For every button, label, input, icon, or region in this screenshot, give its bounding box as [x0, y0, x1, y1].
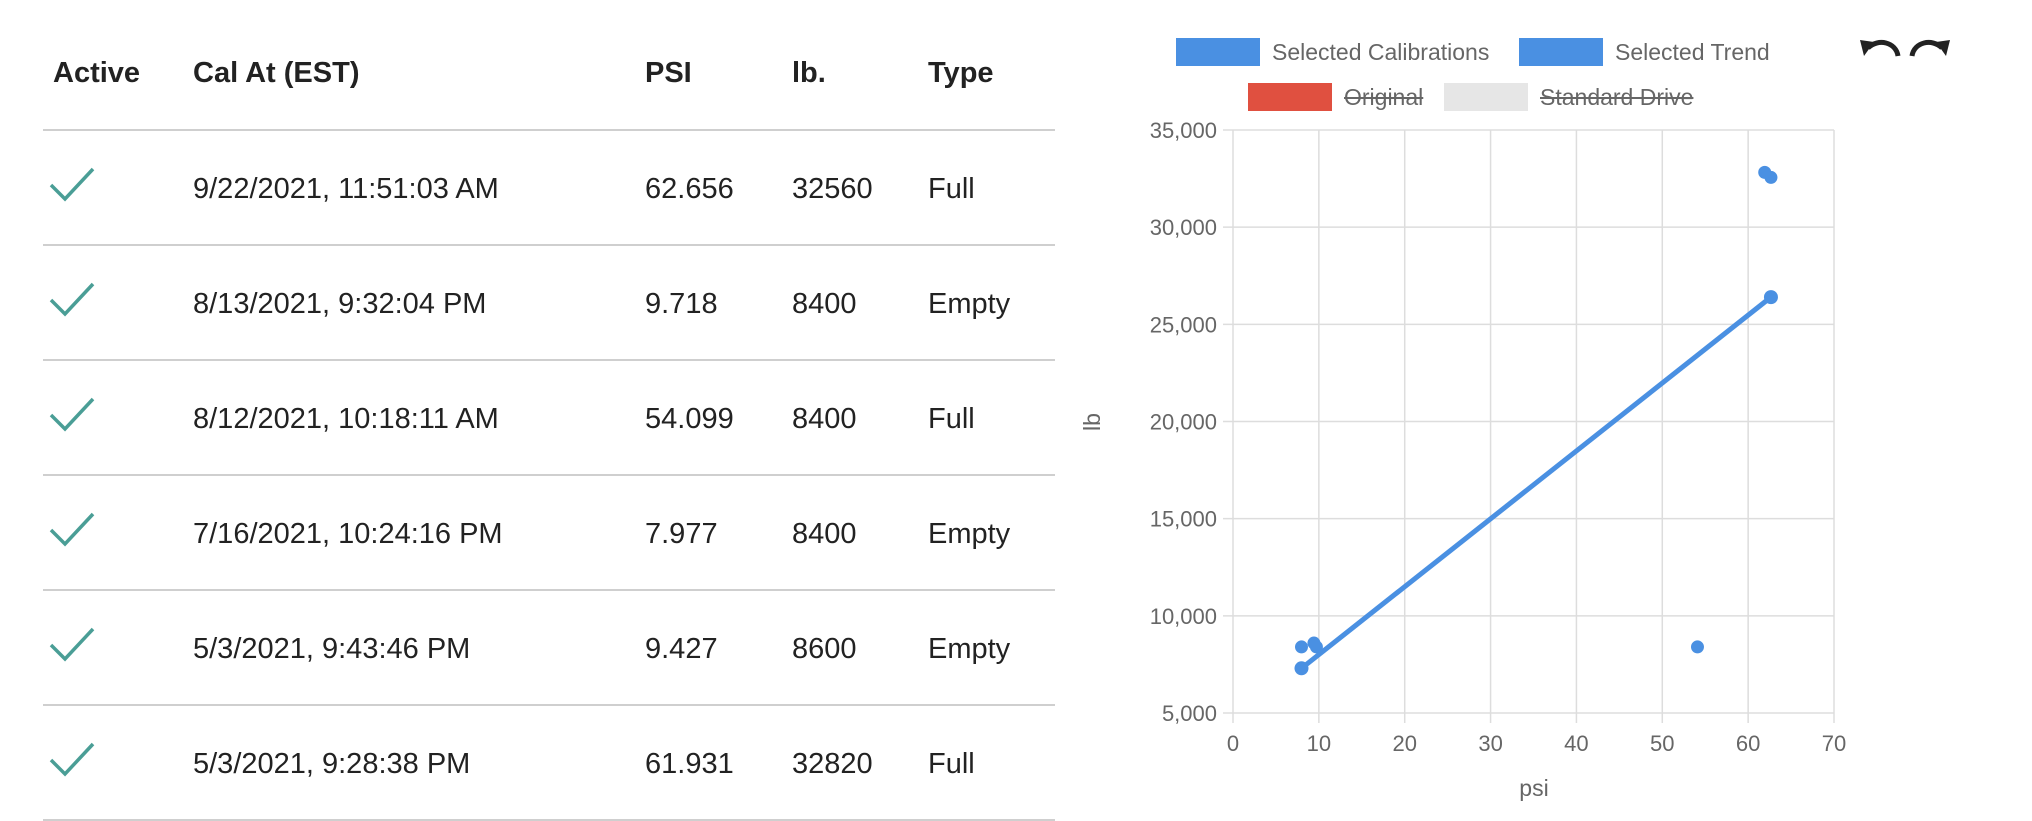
header-lb[interactable]: lb. — [792, 57, 826, 90]
cal-at-cell: 8/13/2021, 9:32:04 PM — [193, 288, 487, 320]
table-row[interactable]: 9/22/2021, 11:51:03 AM 62.656 32560 Full — [43, 131, 1055, 246]
check-icon[interactable] — [48, 740, 96, 780]
y-tick-label: 35,000 — [1150, 118, 1217, 143]
y-tick-label: 20,000 — [1150, 410, 1217, 435]
y-axis-label: lb — [1079, 413, 1105, 431]
check-icon[interactable] — [48, 165, 96, 205]
trend-endpoint — [1763, 290, 1778, 305]
y-tick-label: 5,000 — [1162, 701, 1217, 726]
lb-cell: 8400 — [792, 518, 857, 550]
cal-at-cell: 8/12/2021, 10:18:11 AM — [193, 403, 499, 435]
check-icon[interactable] — [48, 280, 96, 320]
data-point — [1758, 165, 1772, 179]
check-icon[interactable] — [48, 625, 96, 665]
psi-cell: 7.977 — [645, 518, 718, 550]
cal-at-cell: 5/3/2021, 9:43:46 PM — [193, 633, 471, 665]
calibrations-table: Active Cal At (EST) PSI lb. Type 9/22/20… — [43, 0, 1055, 821]
cal-at-cell: 5/3/2021, 9:28:38 PM — [193, 748, 471, 780]
x-tick-label: 10 — [1307, 731, 1331, 756]
check-icon[interactable] — [48, 510, 96, 550]
data-point — [1294, 640, 1308, 654]
psi-cell: 62.656 — [645, 173, 734, 205]
type-cell: Empty — [928, 518, 1011, 550]
lb-cell: 8400 — [792, 288, 857, 320]
x-tick-label: 40 — [1564, 731, 1588, 756]
table-row[interactable]: 8/12/2021, 10:18:11 AM 54.099 8400 Full — [43, 361, 1055, 476]
type-cell: Full — [928, 173, 975, 205]
calibration-chart: Selected Calibrations Selected Trend Ori… — [1060, 0, 1960, 814]
type-cell: Empty — [928, 633, 1011, 665]
trend-series — [1294, 290, 1778, 676]
header-psi[interactable]: PSI — [645, 57, 692, 90]
x-axis-label: psi — [1519, 775, 1548, 801]
x-tick-label: 0 — [1227, 731, 1239, 756]
x-tick-label: 20 — [1392, 731, 1416, 756]
x-tick-label: 70 — [1822, 731, 1846, 756]
psi-cell: 54.099 — [645, 403, 734, 435]
trend-line — [1299, 295, 1773, 671]
y-tick-label: 25,000 — [1150, 312, 1217, 337]
table-row[interactable]: 5/3/2021, 9:43:46 PM 9.427 8600 Empty — [43, 591, 1055, 706]
y-tick-label: 30,000 — [1150, 215, 1217, 240]
lb-cell: 32820 — [792, 748, 873, 780]
x-tick-label: 60 — [1736, 731, 1760, 756]
x-tick-label: 50 — [1650, 731, 1674, 756]
type-cell: Empty — [928, 288, 1011, 320]
cal-at-cell: 7/16/2021, 10:24:16 PM — [193, 518, 503, 550]
lb-cell: 8600 — [792, 633, 857, 665]
lb-cell: 8400 — [792, 403, 857, 435]
table-row[interactable]: 7/16/2021, 10:24:16 PM 7.977 8400 Empty — [43, 476, 1055, 591]
undo-icon[interactable] — [1858, 30, 1906, 70]
psi-cell: 9.427 — [645, 633, 718, 665]
redo-icon[interactable] — [1904, 30, 1952, 70]
x-axis-ticks: 0 10 20 30 40 50 60 70 — [1227, 731, 1846, 756]
type-cell: Full — [928, 748, 975, 780]
header-active[interactable]: Active — [53, 57, 140, 90]
check-icon[interactable] — [48, 395, 96, 435]
header-type[interactable]: Type — [928, 57, 994, 90]
y-tick-label: 10,000 — [1150, 604, 1217, 629]
type-cell: Full — [928, 403, 975, 435]
calibration-points — [1294, 165, 1778, 654]
table-row[interactable]: 5/3/2021, 9:28:38 PM 61.931 32820 Full — [43, 706, 1055, 821]
table-header: Active Cal At (EST) PSI lb. Type — [43, 0, 1055, 131]
data-point — [1690, 640, 1704, 654]
y-tick-label: 15,000 — [1150, 507, 1217, 532]
cal-at-cell: 9/22/2021, 11:51:03 AM — [193, 173, 499, 205]
x-tick-label: 30 — [1478, 731, 1502, 756]
header-cal-at[interactable]: Cal At (EST) — [193, 57, 359, 90]
table-row[interactable]: 8/13/2021, 9:32:04 PM 9.718 8400 Empty — [43, 246, 1055, 361]
data-point — [1307, 636, 1321, 650]
trend-endpoint — [1294, 661, 1309, 676]
psi-cell: 61.931 — [645, 748, 734, 780]
chart-plot: 0 10 20 30 40 50 60 70 5,000 10,000 15,000 20,000 2… — [1079, 118, 1846, 801]
history-controls — [1858, 30, 1958, 70]
psi-cell: 9.718 — [645, 288, 718, 320]
y-axis-ticks: 5,000 10,000 15,000 20,000 25,000 30,000 35,00… — [1150, 118, 1217, 726]
lb-cell: 32560 — [792, 173, 873, 205]
chart-grid — [1223, 129, 1835, 723]
